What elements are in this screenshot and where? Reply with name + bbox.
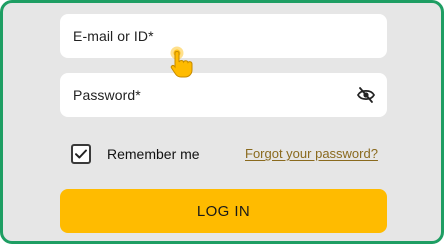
login-panel: E-mail or ID* Password* Remember me Forg…	[0, 0, 444, 244]
remember-me-row: Remember me	[71, 143, 200, 165]
email-placeholder: E-mail or ID*	[73, 28, 154, 44]
email-field[interactable]: E-mail or ID*	[60, 14, 387, 58]
eye-slash-icon[interactable]	[356, 85, 376, 105]
tap-hand-icon	[166, 43, 198, 79]
forgot-password-link[interactable]: Forgot your password?	[245, 146, 378, 161]
password-field[interactable]: Password*	[60, 73, 387, 117]
password-placeholder: Password*	[73, 87, 141, 103]
checkmark-icon	[75, 149, 87, 159]
login-button[interactable]: LOG IN	[60, 189, 387, 233]
remember-me-label: Remember me	[107, 146, 200, 162]
remember-me-checkbox[interactable]	[71, 144, 91, 164]
